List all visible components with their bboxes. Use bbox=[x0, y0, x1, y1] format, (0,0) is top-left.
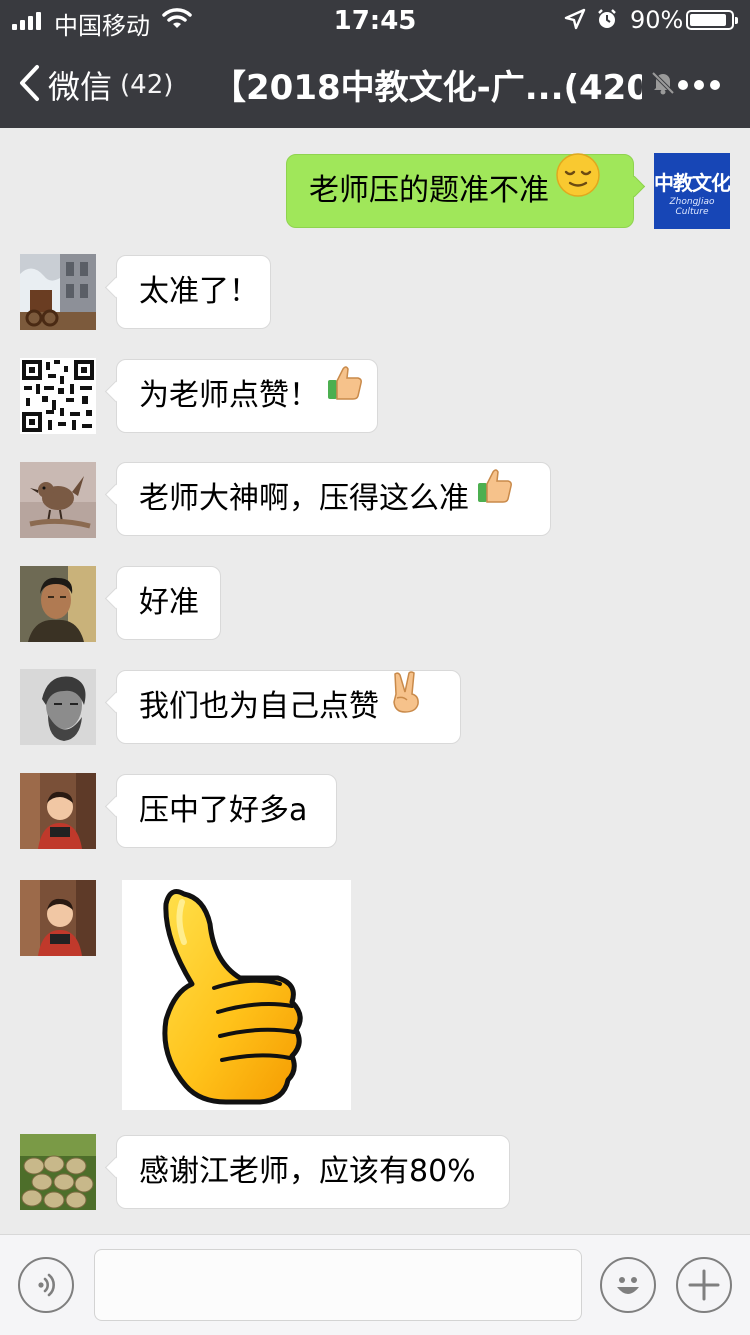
zhongjiao-culture-logo[interactable]: 中教文化 ZhongJiao Culture bbox=[654, 153, 730, 229]
alarm-icon bbox=[596, 8, 618, 36]
status-bar: 中国移动 17:45 90% bbox=[0, 0, 750, 40]
battery-percent: 90% bbox=[630, 6, 684, 34]
qr-code-avatar[interactable] bbox=[20, 358, 96, 434]
thumbs-up-sticker[interactable] bbox=[122, 880, 351, 1110]
message-text: 老师压的题准不准 bbox=[309, 173, 549, 208]
emoji-icon bbox=[608, 1265, 648, 1309]
message-text: 感谢江老师，应该有80% bbox=[139, 1154, 476, 1189]
thumbs-up-icon bbox=[475, 461, 515, 533]
more-icon bbox=[678, 80, 720, 90]
message-text: 我们也为自己点赞 bbox=[139, 689, 379, 724]
message-bubble[interactable]: 老师大神啊，压得这么准 bbox=[116, 462, 551, 536]
man-portrait-avatar[interactable] bbox=[20, 566, 96, 642]
battery-icon bbox=[686, 10, 738, 30]
message-text: 老师大神啊，压得这么准 bbox=[139, 481, 469, 516]
bird-avatar[interactable] bbox=[20, 462, 96, 538]
message-bubble[interactable]: 老师压的题准不准 bbox=[286, 152, 634, 228]
mute-icon bbox=[650, 70, 676, 100]
message-bubble[interactable]: 太准了！ bbox=[116, 255, 271, 329]
fruit-bowl-avatar[interactable] bbox=[20, 1134, 96, 1210]
child-photo-avatar[interactable] bbox=[20, 773, 96, 849]
bearded-man-avatar[interactable] bbox=[20, 669, 96, 745]
voice-icon bbox=[30, 1269, 62, 1305]
message-text: 太准了！ bbox=[139, 274, 259, 309]
message-text: 好准 bbox=[139, 585, 199, 620]
location-icon bbox=[564, 8, 586, 36]
message-text: 压中了好多a bbox=[139, 793, 308, 828]
top-bar: 中国移动 17:45 90% 微信 (42) 【2018中教文化-广...(42… bbox=[0, 0, 750, 128]
more-button[interactable] bbox=[678, 80, 720, 90]
message-input[interactable] bbox=[94, 1249, 582, 1321]
navigation-bar: 微信 (42) 【2018中教文化-广...(420) bbox=[0, 40, 750, 128]
message-bubble[interactable]: 好准 bbox=[116, 566, 221, 640]
unread-count: (42) bbox=[120, 70, 174, 100]
message-bubble[interactable]: 感谢江老师，应该有80% bbox=[116, 1135, 510, 1209]
input-bar bbox=[0, 1234, 750, 1335]
voice-button[interactable] bbox=[18, 1257, 74, 1313]
child-photo-avatar[interactable] bbox=[20, 880, 96, 956]
back-button[interactable]: 微信 (42) bbox=[18, 62, 173, 108]
street-scene-avatar[interactable] bbox=[20, 254, 96, 330]
back-chevron-icon bbox=[18, 64, 40, 106]
plus-icon bbox=[686, 1267, 722, 1307]
relieved-face-icon bbox=[555, 152, 601, 225]
message-bubble[interactable]: 为老师点赞！ bbox=[116, 359, 378, 433]
victory-hand-icon bbox=[385, 669, 425, 741]
message-bubble[interactable]: 压中了好多a bbox=[116, 774, 337, 848]
message-text: 为老师点赞！ bbox=[139, 378, 319, 413]
logo-subtext: ZhongJiao Culture bbox=[669, 197, 715, 217]
emoji-button[interactable] bbox=[600, 1257, 656, 1313]
chat-title: 【2018中教文化-广...(420) bbox=[212, 68, 642, 108]
logo-text: 中教文化 bbox=[654, 171, 730, 195]
message-bubble[interactable]: 我们也为自己点赞 bbox=[116, 670, 461, 744]
back-label: 微信 bbox=[48, 68, 113, 106]
more-functions-button[interactable] bbox=[676, 1257, 732, 1313]
thumbs-up-icon bbox=[325, 358, 365, 430]
